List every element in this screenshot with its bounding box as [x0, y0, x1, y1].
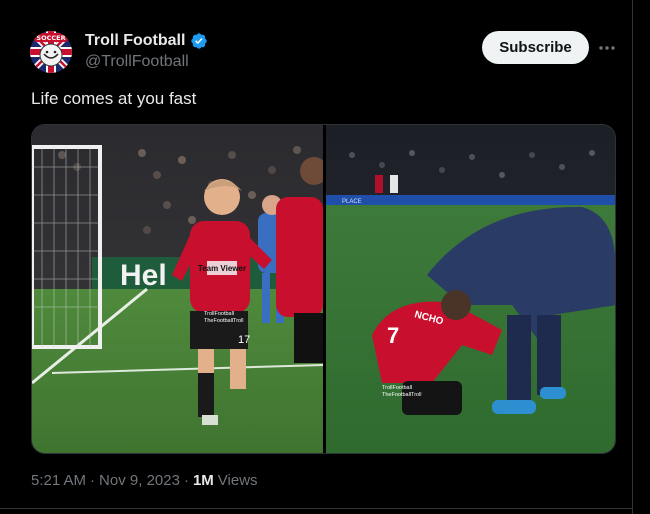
- shirt-number-left: 17: [238, 334, 250, 346]
- watermark-left-2: TheFootballTroll: [204, 318, 244, 324]
- avatar-label: SOCCER: [36, 34, 65, 42]
- views-label: Views: [217, 472, 258, 489]
- watermark-right-2: TheFootballTroll: [382, 392, 422, 398]
- image-divider: [323, 125, 326, 453]
- tweet-text: Life comes at you fast: [31, 89, 197, 108]
- right-image[interactable]: PLACE 7 NCHO TrollFootball TheFootballTr…: [326, 125, 616, 454]
- watermark-left-1: TrollFootball: [204, 311, 234, 317]
- author-handle[interactable]: @TrollFootball: [85, 53, 189, 71]
- shirt-number-right: 7: [387, 323, 399, 348]
- column-border: [632, 0, 633, 514]
- subscribe-button[interactable]: Subscribe: [482, 31, 589, 64]
- views-count[interactable]: 1M: [193, 472, 214, 489]
- shirt-sponsor: Team Viewer: [198, 264, 246, 273]
- left-image[interactable]: Hel Team Viewer 17 TrollFootball TheFoot…: [32, 125, 328, 454]
- meta-separator: ·: [90, 472, 96, 489]
- tweet-divider: [0, 508, 632, 509]
- board-text: PLACE: [342, 199, 362, 205]
- tweet-time[interactable]: 5:21 AM: [31, 472, 86, 489]
- tweet-date[interactable]: Nov 9, 2023: [99, 472, 180, 489]
- verified-badge-icon[interactable]: [190, 32, 208, 50]
- tweet-meta: 5:21 AM · Nov 9, 2023 · 1M Views: [31, 472, 258, 489]
- tweet[interactable]: SOCCER Troll Football @TrollFootball Sub…: [0, 0, 632, 514]
- more-horizontal-icon[interactable]: [597, 38, 617, 58]
- tweet-media[interactable]: Hel Team Viewer 17 TrollFootball TheFoot…: [31, 124, 616, 454]
- author-name-row[interactable]: Troll Football: [85, 32, 208, 50]
- meta-separator: ·: [183, 472, 189, 489]
- watermark-right-1: TrollFootball: [382, 385, 412, 391]
- ad-board-text: Hel: [120, 259, 167, 292]
- avatar[interactable]: SOCCER: [30, 31, 72, 73]
- author-display-name[interactable]: Troll Football: [85, 32, 185, 50]
